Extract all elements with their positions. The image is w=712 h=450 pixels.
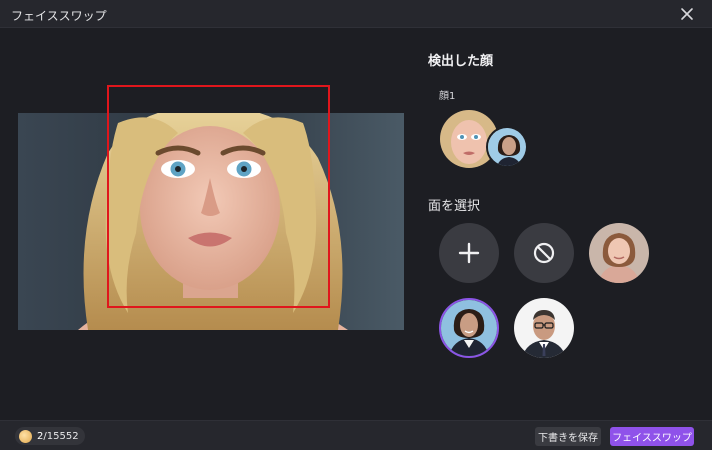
no-face-button[interactable]	[514, 223, 574, 283]
dialog-title: フェイススワップ	[11, 9, 107, 23]
face-man-glasses-suit-icon	[514, 298, 574, 358]
face-swap-dialog: フェイススワップ 検出した顔 顔1 面を選択 2/15552 下書きを保存 フェ…	[0, 0, 712, 450]
face-option-woman-suit[interactable]	[439, 298, 499, 358]
coin-icon	[19, 429, 32, 443]
select-face-heading: 面を選択	[428, 199, 481, 214]
save-draft-button[interactable]: 下書きを保存	[535, 427, 601, 446]
face-woman-suit-icon	[441, 300, 497, 356]
detected-faces-heading: 検出した顔	[428, 54, 494, 69]
face-option-young-woman[interactable]	[589, 223, 649, 283]
credits-total: /15552	[43, 430, 79, 442]
close-button[interactable]	[678, 5, 696, 23]
face-option-man-glasses[interactable]	[514, 298, 574, 358]
face-swap-button[interactable]: フェイススワップ	[610, 427, 694, 446]
portrait-image	[18, 113, 404, 330]
preview-image	[18, 113, 404, 330]
plus-icon	[458, 242, 480, 264]
face-woman-suit-icon	[488, 128, 526, 166]
credits-badge: 2/15552	[15, 427, 85, 445]
title-bar: フェイススワップ	[0, 0, 712, 28]
add-face-button[interactable]	[439, 223, 499, 283]
no-entry-icon	[533, 242, 555, 264]
swap-target-thumbnail[interactable]	[486, 126, 528, 168]
bottom-bar: 2/15552 下書きを保存 フェイススワップ	[0, 420, 712, 450]
credits-text: 2/15552	[37, 431, 79, 442]
face-young-woman-icon	[589, 223, 649, 283]
close-icon	[681, 8, 693, 20]
face-1-label: 顔1	[439, 91, 456, 102]
